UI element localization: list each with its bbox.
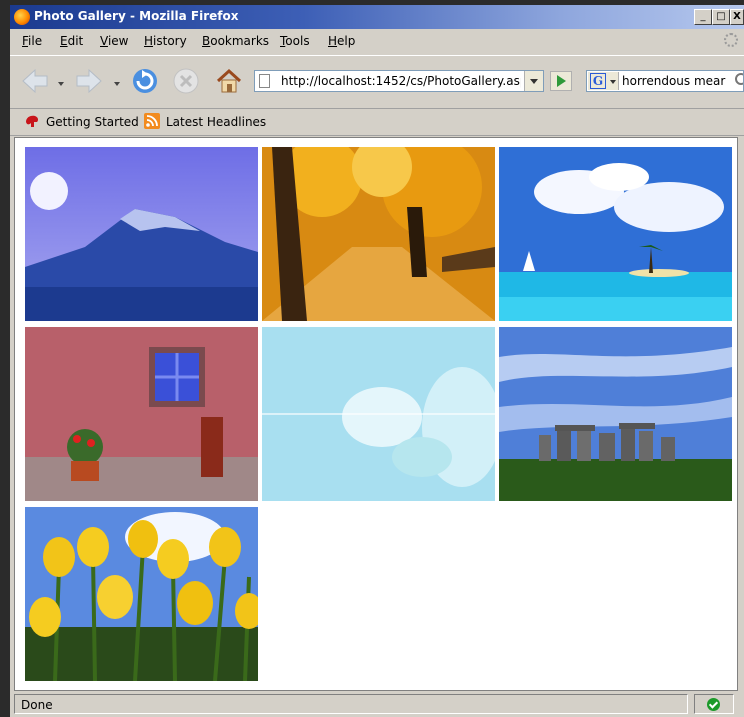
photo-autumn-lane[interactable] (262, 147, 495, 321)
url-bar[interactable]: http://localhost:1452/cs/PhotoGallery.as… (254, 70, 544, 92)
navigation-toolbar: http://localhost:1452/cs/PhotoGallery.as… (10, 55, 744, 109)
status-indicator (694, 694, 734, 714)
photo-adobe-window[interactable] (25, 327, 258, 501)
menu-tools[interactable]: Tools (280, 34, 310, 48)
check-icon (707, 698, 720, 711)
window-title: Photo Gallery - Mozilla Firefox (34, 9, 239, 23)
forward-arrow-icon[interactable] (74, 66, 104, 96)
back-history-dropdown[interactable] (58, 82, 64, 86)
bookmark-latest-headlines[interactable]: Latest Headlines (166, 115, 266, 129)
title-bar[interactable]: Photo Gallery - Mozilla Firefox _ □ X (10, 5, 744, 29)
search-engine-selector[interactable]: G (588, 72, 619, 90)
menu-help[interactable]: Help (328, 34, 355, 48)
throbber-icon (724, 33, 738, 47)
search-input[interactable]: horrendous mear (622, 74, 725, 88)
bookmarks-toolbar: Getting Started Latest Headlines (10, 109, 744, 136)
search-icon[interactable] (735, 73, 743, 85)
google-logo-icon: G (590, 73, 606, 89)
menu-bookmarks[interactable]: Bookmarks (202, 34, 269, 48)
page-content (14, 137, 738, 691)
getting-started-icon (26, 115, 39, 127)
home-icon[interactable] (214, 66, 244, 96)
photo-yellow-tulips[interactable] (25, 507, 258, 681)
photo-stonehenge[interactable] (499, 327, 732, 501)
stop-icon[interactable] (172, 67, 200, 95)
menu-file[interactable]: File (22, 34, 42, 48)
menu-view[interactable]: View (100, 34, 128, 48)
close-button[interactable]: X (730, 9, 744, 25)
rss-feed-icon (144, 113, 160, 129)
photo-moon-mountain[interactable] (25, 147, 258, 321)
menu-edit[interactable]: Edit (60, 34, 83, 48)
reload-icon[interactable] (130, 66, 160, 96)
photo-abstract-blue[interactable] (262, 327, 495, 501)
bookmark-getting-started[interactable]: Getting Started (46, 115, 139, 129)
page-icon (259, 74, 270, 88)
status-text: Done (14, 694, 688, 714)
go-button[interactable] (550, 71, 572, 91)
firefox-logo-icon (14, 9, 30, 25)
chevron-down-icon (610, 80, 616, 84)
url-input[interactable]: http://localhost:1452/cs/PhotoGallery.as… (281, 74, 521, 88)
status-bar: Done (10, 693, 744, 717)
photo-tropical-island[interactable] (499, 147, 732, 321)
menu-history[interactable]: History (144, 34, 187, 48)
maximize-button[interactable]: □ (712, 9, 730, 25)
menu-bar: File Edit View History Bookmarks Tools H… (10, 31, 744, 53)
minimize-button[interactable]: _ (694, 9, 712, 25)
search-bar[interactable]: G horrendous mear (586, 70, 744, 92)
forward-history-dropdown[interactable] (114, 82, 120, 86)
browser-window: Photo Gallery - Mozilla Firefox _ □ X Fi… (10, 5, 744, 717)
back-arrow-icon[interactable] (20, 66, 50, 96)
url-history-dropdown[interactable] (524, 71, 543, 91)
